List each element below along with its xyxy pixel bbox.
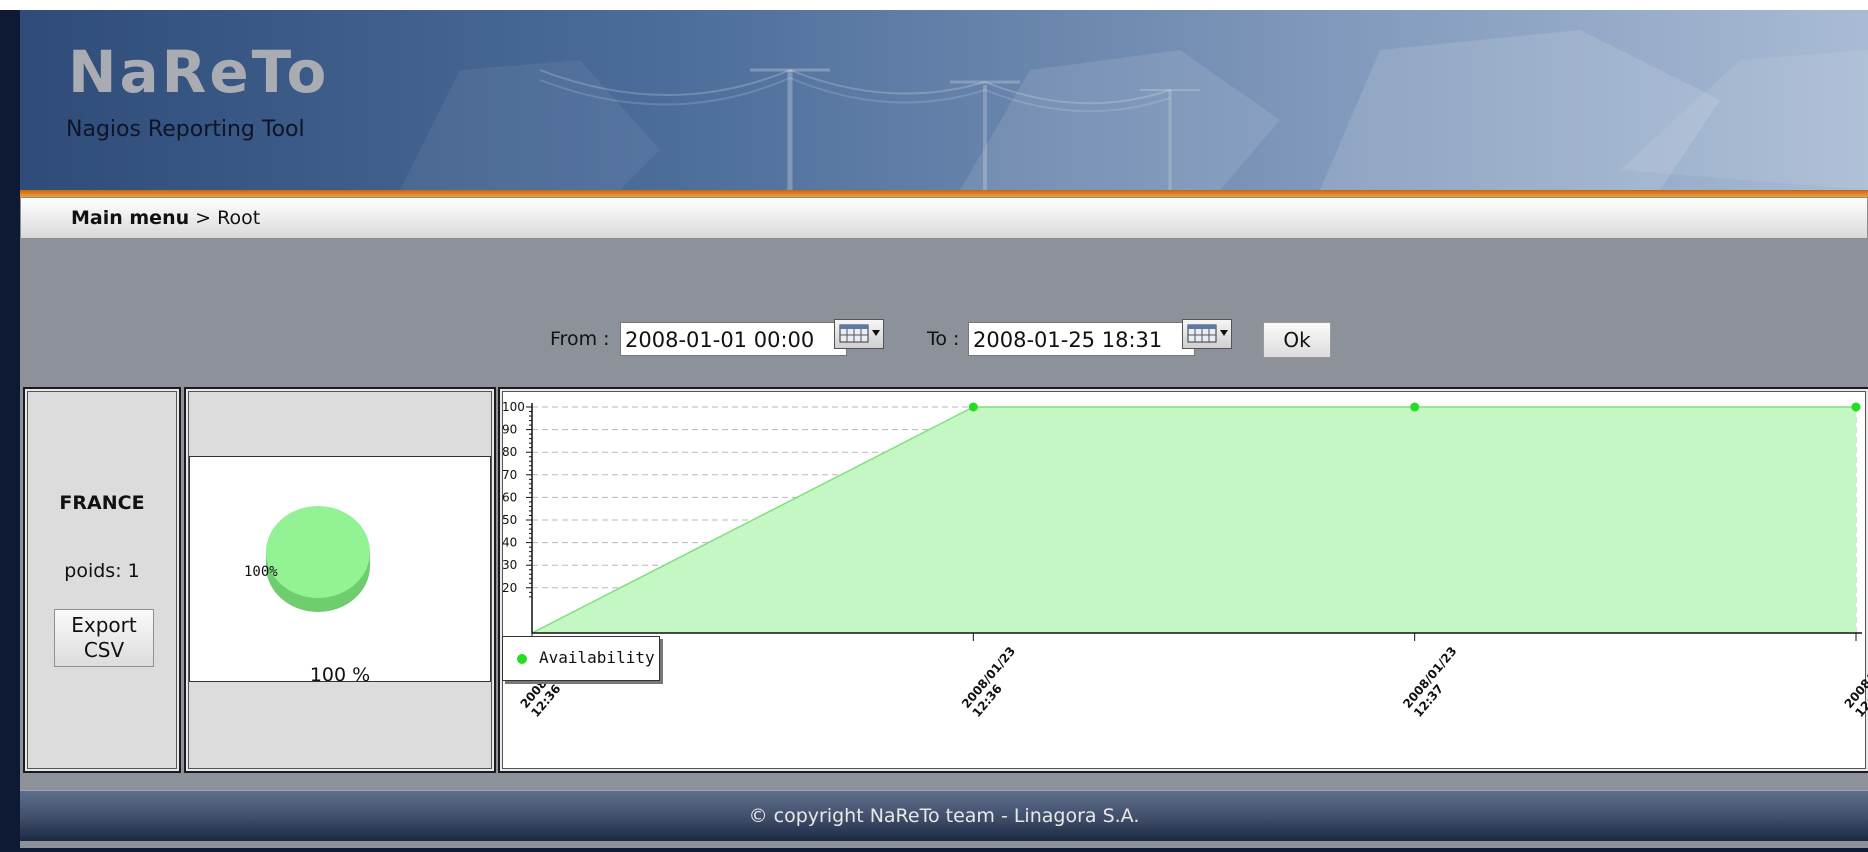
pie-slice-label: 100%	[244, 564, 278, 580]
breadcrumb-current: Root	[217, 207, 261, 229]
data-point	[968, 402, 978, 412]
y-tick-label: 30	[502, 558, 517, 572]
y-tick-label: 40	[502, 536, 517, 550]
pie-total-label: 100 %	[309, 664, 371, 686]
availability-chart: 20 30 40 50 60 70 80 90 100 2008/01/2312:36 2008/…	[502, 400, 1868, 720]
from-calendar-button[interactable]	[834, 319, 884, 349]
chart-legend: Availability	[502, 636, 660, 681]
export-label-line2: CSV	[83, 638, 125, 662]
export-label-line1: Export	[71, 613, 137, 637]
logo-subtitle: Nagios Reporting Tool	[66, 117, 305, 142]
data-point	[1851, 402, 1861, 412]
x-tick-label: 2008/01/2312:38	[1842, 644, 1868, 720]
y-tick-label: 70	[502, 468, 517, 482]
ok-button[interactable]: Ok	[1263, 322, 1331, 358]
footer: © copyright NaReTo team - Linagora S.A.	[20, 790, 1868, 841]
entity-weight: poids: 1	[64, 560, 140, 582]
entity-name: FRANCE	[59, 492, 145, 514]
data-point	[1410, 402, 1420, 412]
header-banner: NaReTo Nagios Reporting Tool	[20, 10, 1868, 190]
breadcrumb-main-menu-link[interactable]: Main menu	[71, 207, 189, 229]
breadcrumb-inner: Main menu > Root	[71, 198, 260, 238]
y-tick-label: 90	[502, 423, 517, 437]
footer-copyright: © copyright NaReTo team - Linagora S.A.	[748, 805, 1140, 827]
y-tick-label: 100	[502, 400, 525, 414]
breadcrumb: Main menu > Root	[20, 197, 1868, 239]
to-calendar-button[interactable]	[1182, 319, 1232, 349]
to-label: To :	[927, 328, 960, 350]
to-date-input[interactable]: 2008-01-25 18:31	[968, 322, 1195, 356]
y-tick-label: 60	[502, 490, 517, 504]
logo-title: NaReTo	[68, 38, 330, 106]
app-frame: NaReTo Nagios Reporting Tool Main menu >…	[0, 10, 1868, 852]
page: NaReTo Nagios Reporting Tool Main menu >…	[20, 10, 1868, 848]
header-divider	[20, 190, 1868, 197]
series-area-availability	[532, 407, 1856, 633]
legend-series-marker	[517, 654, 527, 664]
export-csv-button[interactable]: Export CSV	[54, 609, 154, 667]
calendar-icon	[1187, 324, 1228, 343]
availability-chart-panel: 20 30 40 50 60 70 80 90 100 2008/01/2312:36 2008/…	[498, 387, 1868, 773]
x-tick-label: 2008/01/2312:37	[1400, 644, 1470, 720]
pie-chart	[266, 506, 370, 612]
pie-chart-box: 100%	[189, 456, 491, 682]
pie-panel: 100% 100 %	[184, 387, 496, 773]
calendar-icon	[839, 324, 880, 343]
date-range-form: From : 2008-01-01 00:00 To : 2008-01-25 …	[20, 316, 1868, 360]
entity-panel: FRANCE poids: 1 Export CSV	[23, 387, 181, 773]
from-label: From :	[550, 328, 610, 350]
y-tick-label: 50	[502, 513, 517, 527]
y-tick-label: 20	[502, 581, 517, 595]
x-tick-label: 2008/01/2312:36	[959, 644, 1029, 720]
pie-slice-availability	[266, 506, 370, 598]
from-date-input[interactable]: 2008-01-01 00:00	[620, 322, 847, 356]
legend-series-name: Availability	[539, 648, 655, 667]
breadcrumb-separator: >	[195, 207, 212, 229]
y-tick-label: 80	[502, 445, 517, 459]
